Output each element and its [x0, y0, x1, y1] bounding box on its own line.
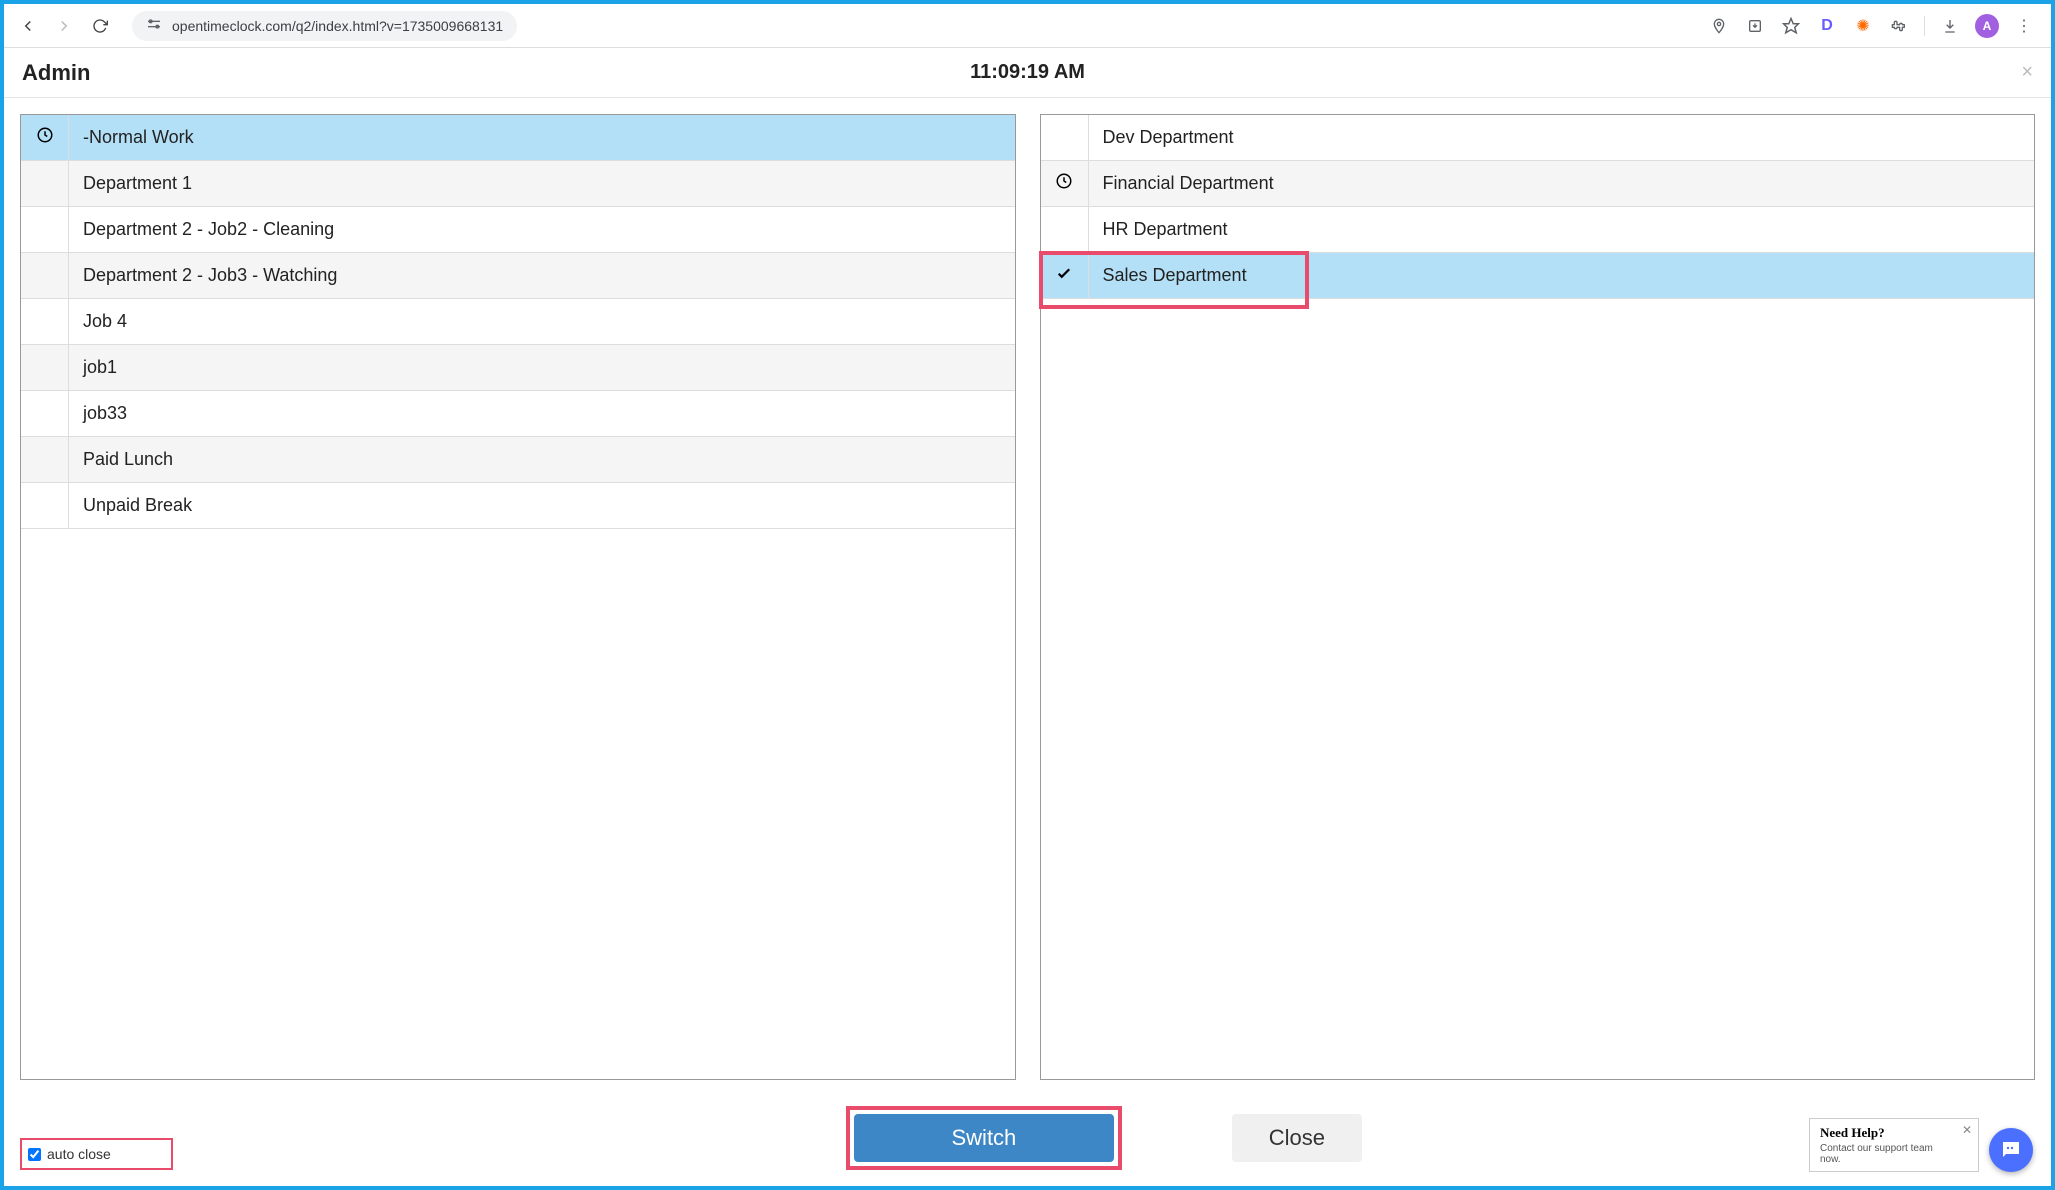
- back-button[interactable]: [14, 12, 42, 40]
- row-icon-cell: [21, 345, 69, 390]
- modal-title: Admin: [22, 60, 90, 86]
- department-row[interactable]: Sales Department: [1041, 253, 2035, 299]
- row-icon-cell: [21, 161, 69, 206]
- auto-close-checkbox-wrap[interactable]: auto close: [20, 1138, 173, 1170]
- row-icon-cell: [1041, 207, 1089, 252]
- modal-header: Admin 11:09:19 AM ×: [4, 48, 2051, 98]
- jobs-panel[interactable]: -Normal Work Department 1 Department 2 - J…: [20, 114, 1016, 1080]
- job-row[interactable]: job33: [21, 391, 1015, 437]
- job-row[interactable]: Department 2 - Job3 - Watching: [21, 253, 1015, 299]
- row-icon-cell: [1041, 253, 1089, 298]
- row-label: job33: [69, 403, 127, 424]
- row-label: Job 4: [69, 311, 127, 332]
- clock-icon: [36, 126, 54, 149]
- row-icon-cell: [21, 299, 69, 344]
- chrome-toolbar-icons: D ✺ A ⋮: [1708, 14, 2035, 38]
- extension-d-icon[interactable]: D: [1816, 15, 1838, 37]
- row-label: job1: [69, 357, 117, 378]
- help-card[interactable]: Need Help? Contact our support team now.…: [1809, 1118, 1979, 1172]
- row-icon-cell: [21, 483, 69, 528]
- auto-close-label: auto close: [47, 1146, 111, 1162]
- row-icon-cell: [21, 391, 69, 436]
- row-label: Sales Department: [1089, 265, 1247, 286]
- check-icon: [1055, 264, 1073, 287]
- location-icon[interactable]: [1708, 15, 1730, 37]
- extension-bug-icon[interactable]: ✺: [1852, 15, 1874, 37]
- forward-button[interactable]: [50, 12, 78, 40]
- job-row[interactable]: Paid Lunch: [21, 437, 1015, 483]
- toolbar-divider: [1924, 16, 1925, 36]
- modal-close-button[interactable]: ×: [2021, 61, 2033, 84]
- auto-close-checkbox[interactable]: [28, 1148, 41, 1161]
- help-close-icon[interactable]: ✕: [1962, 1123, 1972, 1137]
- job-row[interactable]: job1: [21, 345, 1015, 391]
- row-icon-cell: [21, 437, 69, 482]
- row-label: -Normal Work: [69, 127, 194, 148]
- close-button[interactable]: Close: [1232, 1114, 1362, 1162]
- job-row[interactable]: Job 4: [21, 299, 1015, 345]
- department-row[interactable]: HR Department: [1041, 207, 2035, 253]
- row-label: Paid Lunch: [69, 449, 173, 470]
- install-icon[interactable]: [1744, 15, 1766, 37]
- bookmark-star-icon[interactable]: [1780, 15, 1802, 37]
- row-label: Department 2 - Job3 - Watching: [69, 265, 337, 286]
- department-row[interactable]: Financial Department: [1041, 161, 2035, 207]
- row-icon-cell: [1041, 161, 1089, 206]
- switch-button[interactable]: Switch: [854, 1114, 1114, 1162]
- row-label: Financial Department: [1089, 173, 1274, 194]
- job-row[interactable]: Unpaid Break: [21, 483, 1015, 529]
- clock-icon: [1055, 172, 1073, 195]
- departments-panel[interactable]: Dev Department Financial Department HR Dep…: [1040, 114, 2036, 1080]
- chat-launcher-icon[interactable]: [1989, 1128, 2033, 1172]
- row-icon-cell: [21, 115, 69, 160]
- help-widget: Need Help? Contact our support team now.…: [1809, 1118, 2033, 1172]
- clock-display: 11:09:19 AM: [970, 61, 1085, 84]
- job-row[interactable]: -Normal Work: [21, 115, 1015, 161]
- help-subtitle: Contact our support team now.: [1820, 1143, 1950, 1165]
- browser-chrome: opentimeclock.com/q2/index.html?v=173500…: [4, 4, 2051, 48]
- avatar-letter: A: [1983, 19, 1992, 33]
- switch-button-highlight: Switch: [846, 1106, 1122, 1170]
- modal-footer: auto close Switch Close: [8, 1096, 2047, 1182]
- row-icon-cell: [1041, 115, 1089, 160]
- url-text: opentimeclock.com/q2/index.html?v=173500…: [172, 18, 503, 34]
- extensions-puzzle-icon[interactable]: [1888, 15, 1910, 37]
- row-icon-cell: [21, 253, 69, 298]
- row-label: Dev Department: [1089, 127, 1234, 148]
- job-row[interactable]: Department 2 - Job2 - Cleaning: [21, 207, 1015, 253]
- profile-avatar[interactable]: A: [1975, 14, 1999, 38]
- site-settings-icon[interactable]: [146, 16, 162, 35]
- kebab-menu-icon[interactable]: ⋮: [2013, 15, 2035, 37]
- downloads-icon[interactable]: [1939, 15, 1961, 37]
- row-label: Department 1: [69, 173, 192, 194]
- content-area: -Normal Work Department 1 Department 2 - J…: [4, 98, 2051, 1096]
- help-title: Need Help?: [1820, 1125, 1950, 1141]
- row-label: HR Department: [1089, 219, 1228, 240]
- job-row[interactable]: Department 1: [21, 161, 1015, 207]
- row-label: Unpaid Break: [69, 495, 192, 516]
- row-icon-cell: [21, 207, 69, 252]
- reload-button[interactable]: [86, 12, 114, 40]
- row-label: Department 2 - Job2 - Cleaning: [69, 219, 334, 240]
- address-bar[interactable]: opentimeclock.com/q2/index.html?v=173500…: [132, 11, 517, 41]
- department-row[interactable]: Dev Department: [1041, 115, 2035, 161]
